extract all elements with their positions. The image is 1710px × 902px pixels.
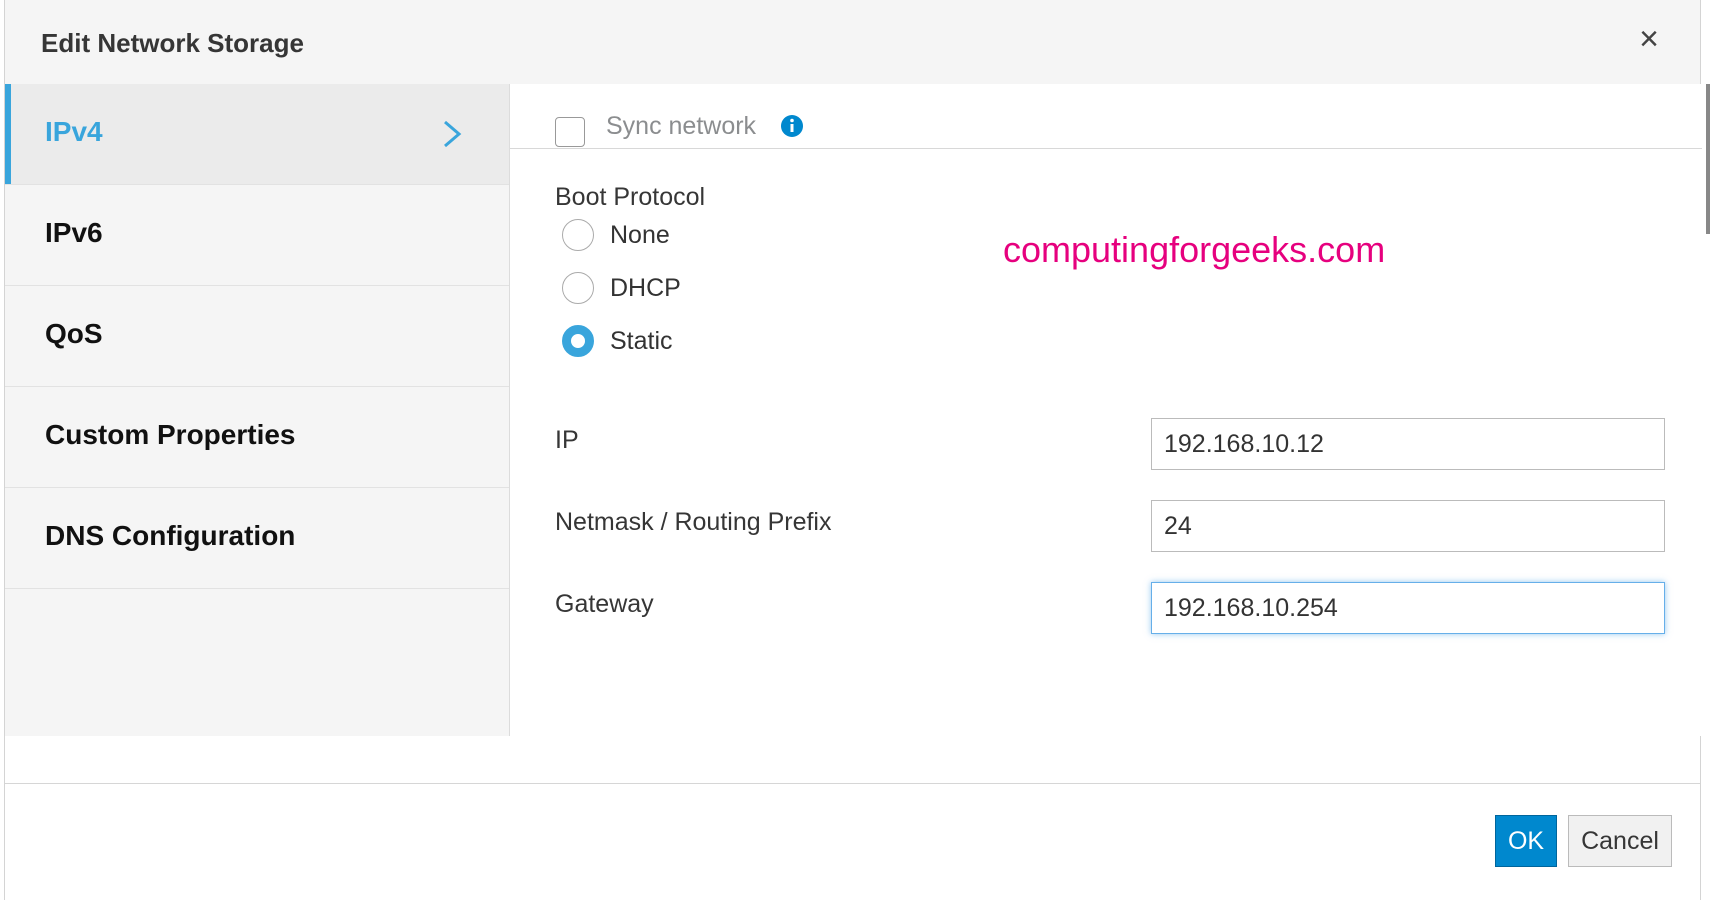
sidebar-item-label: QoS — [45, 318, 103, 349]
sidebar-item-label: DNS Configuration — [45, 520, 296, 551]
info-icon[interactable] — [780, 114, 804, 138]
watermark-text: computingforgeeks.com — [1003, 229, 1386, 270]
cancel-button[interactable]: Cancel — [1568, 815, 1672, 867]
edit-network-storage-dialog: Edit Network Storage × IPv4 IPv6 QoS Cus… — [4, 0, 1702, 901]
radio-static[interactable] — [562, 325, 594, 357]
radio-label: Static — [610, 327, 673, 355]
chevron-right-icon — [444, 120, 462, 148]
ip-field[interactable] — [1151, 418, 1665, 470]
sidebar-item-label: IPv4 — [45, 116, 103, 147]
sidebar-item-label: Custom Properties — [45, 419, 296, 450]
gateway-field[interactable] — [1151, 582, 1665, 634]
netmask-field[interactable] — [1151, 500, 1665, 552]
sidebar-item-qos[interactable]: QoS — [5, 286, 509, 387]
ipv4-panel: Sync network Boot Protocol None DHCP Sta… — [510, 84, 1702, 736]
radio-label: None — [610, 221, 670, 249]
radio-none[interactable] — [562, 219, 594, 251]
ok-button[interactable]: OK — [1495, 815, 1557, 867]
sidebar-item-ipv4[interactable]: IPv4 — [5, 84, 509, 185]
scrollbar[interactable] — [1706, 84, 1710, 234]
gateway-label: Gateway — [555, 590, 654, 618]
sync-network-row: Sync network — [510, 84, 1702, 149]
boot-protocol-label: Boot Protocol — [555, 183, 706, 211]
sidebar-item-label: IPv6 — [45, 217, 103, 248]
sidebar-item-dns-configuration[interactable]: DNS Configuration — [5, 488, 509, 589]
radio-label: DHCP — [610, 274, 681, 302]
dialog-footer: OK Cancel — [5, 783, 1700, 901]
sidebar: IPv4 IPv6 QoS Custom Properties DNS Conf… — [5, 84, 510, 736]
netmask-label: Netmask / Routing Prefix — [555, 508, 832, 536]
close-icon[interactable]: × — [1634, 22, 1664, 56]
radio-dhcp[interactable] — [562, 272, 594, 304]
ip-label: IP — [555, 426, 579, 454]
sidebar-item-custom-properties[interactable]: Custom Properties — [5, 387, 509, 488]
dialog-header: Edit Network Storage × — [5, 0, 1700, 84]
sync-network-label: Sync network — [606, 112, 757, 140]
dialog-title: Edit Network Storage — [41, 28, 304, 58]
sidebar-item-ipv6[interactable]: IPv6 — [5, 185, 509, 286]
sync-network-checkbox[interactable] — [555, 117, 585, 147]
